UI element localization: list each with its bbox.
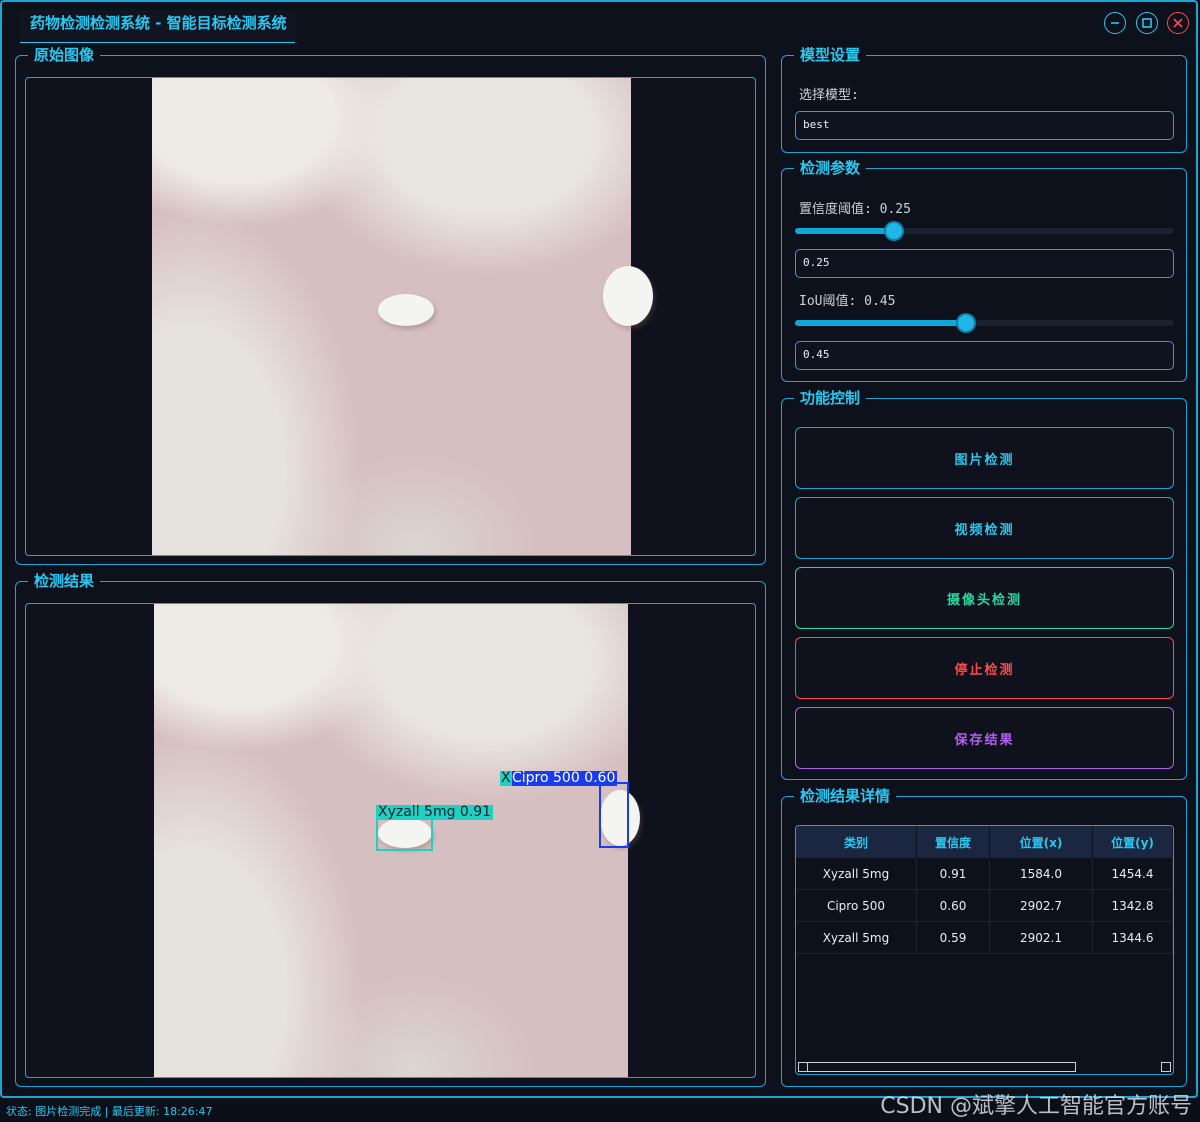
iou-label: IoU阈值: 0.45 <box>799 294 896 309</box>
minimize-icon <box>1111 22 1119 24</box>
scroll-left-arrow[interactable] <box>798 1062 808 1072</box>
original-image-view <box>25 77 756 556</box>
detection-label: Xyzall 5mg 0.91 <box>376 804 494 820</box>
detection-box <box>599 782 629 848</box>
cell-confidence: 0.60 <box>916 889 990 922</box>
cell-y: 1342.8 <box>1092 889 1173 922</box>
model-settings-title: 模型设置 <box>794 46 867 64</box>
model-select[interactable]: best <box>795 111 1174 140</box>
image-detect-button[interactable]: 图片检测 <box>795 427 1174 489</box>
column-header-x[interactable]: 位置(x) <box>989 826 1093 858</box>
scroll-right-arrow[interactable] <box>1161 1062 1171 1072</box>
detection-details-panel: 检测结果详情 类别 置信度 位置(x) 位置(y) Xyzall 5mg 0.9… <box>781 787 1187 1087</box>
confidence-slider-thumb[interactable] <box>886 223 902 239</box>
detection-details-title: 检测结果详情 <box>794 787 897 805</box>
table-row[interactable]: Cipro 500 0.60 2902.7 1342.8 <box>796 889 1173 922</box>
stop-detect-button[interactable]: 停止检测 <box>795 637 1174 699</box>
detection-params-panel: 检测参数 置信度阈值: 0.25 0.25 IoU阈值: 0.45 0.45 <box>781 159 1187 382</box>
cell-class: Xyzall 5mg <box>796 858 917 890</box>
model-select-label: 选择模型: <box>799 88 859 103</box>
original-image-title: 原始图像 <box>28 46 101 64</box>
detection-label: X <box>500 770 512 786</box>
results-table: 类别 置信度 位置(x) 位置(y) Xyzall 5mg 0.91 1584.… <box>796 826 1173 954</box>
confidence-slider[interactable] <box>795 223 1174 239</box>
horizontal-scrollbar[interactable] <box>796 1062 1173 1074</box>
result-image-panel: 检测结果 Xyzall 5mg 0.91 Cipro 500 0.60 X <box>15 572 766 1087</box>
title-bar: 药物检测检测系统 - 智能目标检测系统 <box>2 2 1196 44</box>
cell-x: 2902.1 <box>989 921 1093 954</box>
results-table-container: 类别 置信度 位置(x) 位置(y) Xyzall 5mg 0.91 1584.… <box>795 825 1174 1075</box>
original-image-panel: 原始图像 <box>15 46 766 565</box>
iou-slider-thumb[interactable] <box>958 315 974 331</box>
cell-y: 1344.6 <box>1092 921 1173 954</box>
scrollbar-handle[interactable] <box>798 1062 1076 1072</box>
cell-y: 1454.4 <box>1092 858 1173 890</box>
iou-slider[interactable] <box>795 315 1174 331</box>
column-header-confidence[interactable]: 置信度 <box>916 826 990 858</box>
app-window: 药物检测检测系统 - 智能目标检测系统 原始图像 检测结果 Xyzall 5mg… <box>0 0 1198 1098</box>
camera-detect-button[interactable]: 摄像头检测 <box>795 567 1174 629</box>
function-control-panel: 功能控制 图片检测 视频检测 摄像头检测 停止检测 保存结果 <box>781 389 1187 780</box>
close-button[interactable] <box>1167 12 1189 34</box>
iou-input[interactable]: 0.45 <box>795 341 1174 370</box>
cell-class: Xyzall 5mg <box>796 921 917 954</box>
cell-x: 1584.0 <box>989 858 1093 890</box>
maximize-icon <box>1142 18 1152 28</box>
table-row[interactable]: Xyzall 5mg 0.91 1584.0 1454.4 <box>796 858 1173 890</box>
detection-params-title: 检测参数 <box>794 159 867 177</box>
confidence-slider-fill <box>795 228 895 234</box>
pill-image <box>603 266 653 326</box>
pill-image <box>378 294 434 326</box>
save-result-button[interactable]: 保存结果 <box>795 707 1174 769</box>
function-control-title: 功能控制 <box>794 389 867 407</box>
watermark: CSDN @斌擎人工智能官方账号 <box>880 1094 1192 1119</box>
video-detect-button[interactable]: 视频检测 <box>795 497 1174 559</box>
model-settings-panel: 模型设置 选择模型: best <box>781 46 1187 153</box>
confidence-label: 置信度阈值: 0.25 <box>799 202 911 217</box>
iou-slider-fill <box>795 320 966 326</box>
cell-class: Cipro 500 <box>796 889 917 922</box>
confidence-input[interactable]: 0.25 <box>795 249 1174 278</box>
detection-label: Cipro 500 0.60 <box>510 770 618 786</box>
result-image-title: 检测结果 <box>28 572 101 590</box>
table-header-row: 类别 置信度 位置(x) 位置(y) <box>796 826 1173 858</box>
maximize-button[interactable] <box>1136 12 1158 34</box>
column-header-y[interactable]: 位置(y) <box>1092 826 1173 858</box>
result-image-view: Xyzall 5mg 0.91 Cipro 500 0.60 X <box>25 603 756 1078</box>
table-row[interactable]: Xyzall 5mg 0.59 2902.1 1344.6 <box>796 921 1173 954</box>
status-bar: 状态: 图片检测完成 | 最后更新: 18:26:47 <box>6 1105 213 1118</box>
cell-x: 2902.7 <box>989 889 1093 922</box>
app-title: 药物检测检测系统 - 智能目标检测系统 <box>20 10 295 43</box>
cell-confidence: 0.59 <box>916 921 990 954</box>
close-icon <box>1173 18 1183 28</box>
result-photo: Xyzall 5mg 0.91 Cipro 500 0.60 X <box>154 604 640 1077</box>
original-photo <box>152 78 653 555</box>
minimize-button[interactable] <box>1104 12 1126 34</box>
cell-confidence: 0.91 <box>916 858 990 890</box>
column-header-class[interactable]: 类别 <box>796 826 917 858</box>
